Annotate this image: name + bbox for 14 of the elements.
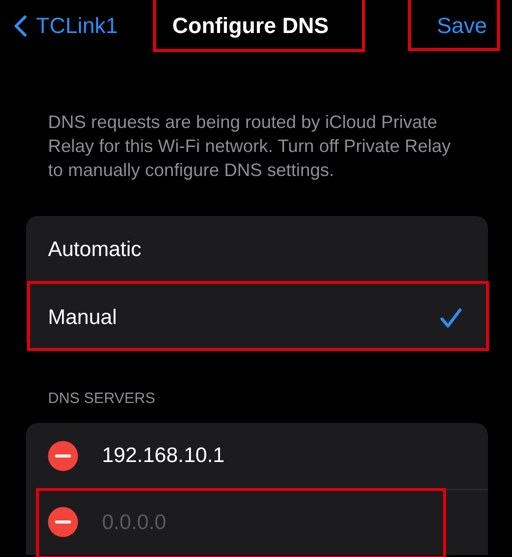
screen-title: Configure DNS <box>172 13 329 38</box>
chevron-left-icon <box>14 15 27 37</box>
option-label: Manual <box>48 306 117 330</box>
save-button[interactable]: Save <box>436 13 487 39</box>
remove-icon[interactable] <box>48 507 78 537</box>
dns-server-field[interactable]: 192.168.10.1 <box>102 444 402 468</box>
section-header: DNS SERVERS <box>48 389 156 409</box>
option-row[interactable]: Manual <box>26 283 488 351</box>
remove-icon[interactable] <box>48 441 78 471</box>
back-button[interactable]: TCLink1 <box>14 13 118 39</box>
option-label: Automatic <box>48 238 142 262</box>
dns-server-field[interactable]: 0.0.0.0 <box>102 510 402 534</box>
option-row[interactable]: Automatic <box>26 216 488 283</box>
footnote-text: DNS requests are being routed by iCloud Private Relay for this Wi-Fi network. Turn off Private Relay to manually configure DNS settings. <box>48 111 452 182</box>
